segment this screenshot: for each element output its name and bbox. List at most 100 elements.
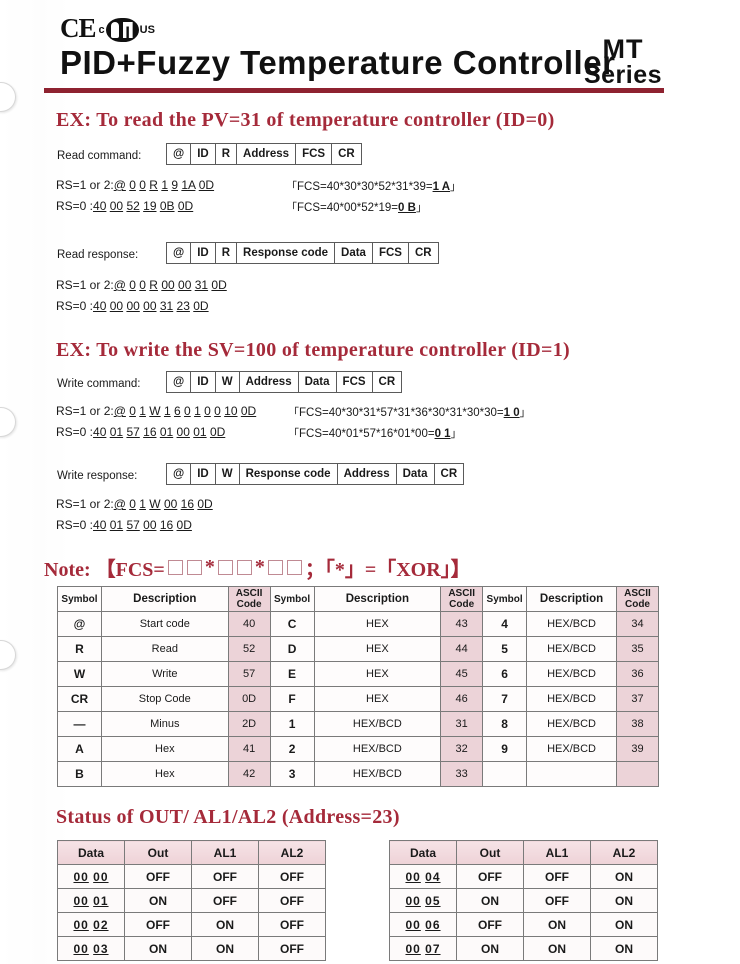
bracket-open: 「: [288, 428, 299, 440]
write-command-fcs0: 「FCS=40*01*57*16*01*00=0 1」: [288, 425, 462, 441]
table-row: 00 05 ON OFF ON: [389, 888, 658, 913]
frame-cell: R: [214, 143, 238, 165]
ascii-cell: 52: [227, 636, 271, 662]
table-row: B Hex 42 3 HEX/BCD 33: [57, 761, 660, 787]
ascii-cell-empty: [615, 761, 660, 787]
description-cell: HEX/BCD: [526, 661, 617, 687]
col-ascii-1: ASCII Code: [227, 586, 271, 612]
frame-cell: Data: [334, 242, 373, 264]
ascii-cell: 32: [440, 736, 484, 762]
out-cell: ON: [456, 936, 524, 961]
data-lo: 05: [425, 893, 441, 908]
description-cell: Minus: [100, 711, 229, 737]
description-cell: Hex: [100, 761, 229, 787]
write-response-label: Write response:: [57, 470, 138, 482]
read-section-heading: EX: To read the PV=31 of temperature con…: [56, 109, 555, 131]
status-table-right: Data Out AL1 AL2 00 04 OFF OFF ON 00 05 …: [389, 840, 658, 961]
out-cell: OFF: [456, 912, 524, 937]
col-description-1: Description: [100, 586, 229, 612]
note-prefix: Note: 【FCS=: [44, 559, 165, 581]
fcs-box-6: [286, 560, 302, 575]
symbol-cell: —: [57, 711, 102, 737]
table-row: @ Start code 40 C HEX 43 4 HEX/BCD 34: [57, 611, 660, 637]
data-lo: 04: [425, 869, 441, 884]
data-hi: 00: [405, 869, 421, 884]
symbol-cell: 3: [269, 761, 315, 787]
col-out: Out: [456, 840, 524, 865]
col-data: Data: [389, 840, 457, 865]
al2-cell: OFF: [258, 912, 326, 937]
frame-cell: W: [214, 463, 240, 485]
out-cell: ON: [456, 888, 524, 913]
col-description-3: Description: [526, 586, 617, 612]
fcs-box-2: [186, 560, 202, 575]
fcs-box-1: [167, 560, 183, 575]
document-page: CE c US PID+Fuzzy Temperature Controller…: [0, 0, 740, 964]
description-cell: HEX/BCD: [526, 611, 617, 637]
ascii-cell: 37: [615, 686, 660, 712]
title-divider: [44, 88, 664, 93]
al2-cell: ON: [590, 888, 658, 913]
fcs-result: 0 1: [434, 428, 451, 440]
note-star-1: *: [204, 556, 215, 578]
al1-cell: ON: [523, 936, 591, 961]
frame-cell: @: [165, 463, 192, 485]
symbol-cell: 4: [482, 611, 528, 637]
ascii-cell: 46: [440, 686, 484, 712]
table-row: R Read 52 D HEX 44 5 HEX/BCD 35: [57, 636, 660, 662]
al1-cell: ON: [191, 912, 259, 937]
data-lo: 03: [93, 941, 109, 956]
series-badge: MT Series: [584, 36, 662, 88]
description-cell: HEX/BCD: [313, 711, 442, 737]
frame-cell: ID: [190, 242, 216, 264]
al2-cell: ON: [590, 912, 658, 937]
fcs-expression: FCS=40*30*31*57*31*36*30*31*30*30=: [299, 407, 504, 419]
al1-cell: OFF: [191, 888, 259, 913]
bracket-close: 」: [450, 181, 462, 193]
frame-cell: CR: [433, 463, 465, 485]
data-cell: 00 06: [389, 912, 457, 937]
symbol-cell: F: [269, 686, 315, 712]
ascii-cell: 41: [227, 736, 271, 762]
symbol-cell: CR: [57, 686, 102, 712]
frame-cell: Response code: [238, 463, 338, 485]
symbol-cell: @: [57, 611, 102, 637]
read-command-fcs1: 「FCS=40*30*30*52*31*39=1 A」: [286, 178, 461, 194]
data-lo: 01: [93, 893, 109, 908]
symbol-cell: D: [269, 636, 315, 662]
data-lo: 02: [93, 917, 109, 932]
read-command-rs0: RS=0 :40 00 52 19 0B 0D: [56, 199, 194, 213]
symbol-cell: 8: [482, 711, 528, 737]
out-cell: OFF: [124, 864, 192, 889]
description-cell: HEX/BCD: [526, 711, 617, 737]
ascii-cell: 42: [227, 761, 271, 787]
out-cell: ON: [124, 888, 192, 913]
ul-c-label: c: [98, 24, 105, 36]
ascii-cell: 0D: [227, 686, 271, 712]
ascii-cell: 40: [227, 611, 271, 637]
table-row: 00 00 OFF OFF OFF: [57, 864, 326, 889]
symbol-cell: 9: [482, 736, 528, 762]
fcs-expression: FCS=40*00*52*19=: [297, 202, 399, 214]
read-response-rs0: RS=0 :40 00 00 00 31 23 0D: [56, 299, 209, 313]
col-data: Data: [57, 840, 125, 865]
ascii-cell: 31: [440, 711, 484, 737]
symbol-cell: 6: [482, 661, 528, 687]
write-response-rs0: RS=0 :40 01 57 00 16 0D: [56, 518, 192, 532]
frame-cell: FCS: [371, 242, 409, 264]
table-row: 00 02 OFF ON OFF: [57, 912, 326, 937]
al1-cell: OFF: [191, 864, 259, 889]
col-description-2: Description: [313, 586, 442, 612]
frame-cell: @: [165, 371, 192, 393]
write-command-rs1: RS=1 or 2:@ 0 1 W 1 6 0 1 0 0 10 0D: [56, 404, 257, 418]
description-cell: HEX: [313, 611, 442, 637]
al2-cell: OFF: [258, 888, 326, 913]
data-hi: 00: [405, 917, 421, 932]
bracket-open: 「: [286, 202, 297, 214]
data-lo: 07: [425, 941, 441, 956]
symbol-cell: 5: [482, 636, 528, 662]
page-title: PID+Fuzzy Temperature Controller: [60, 44, 616, 81]
frame-cell: Data: [395, 463, 435, 485]
table-row: 00 01 ON OFF OFF: [57, 888, 326, 913]
status-table-left: Data Out AL1 AL2 00 00 OFF OFF OFF 00 01…: [57, 840, 326, 961]
